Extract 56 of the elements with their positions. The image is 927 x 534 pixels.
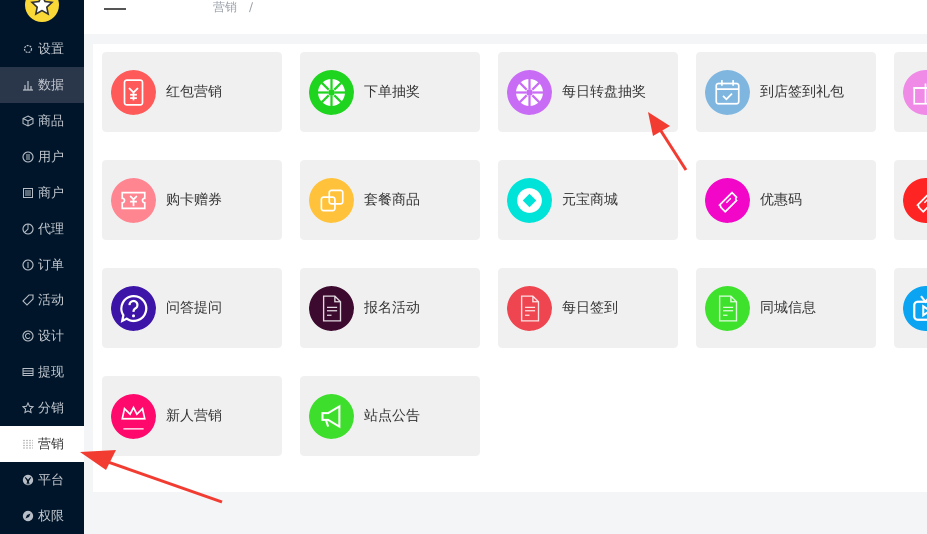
sidebar-item[interactable]: 设置 — [0, 30, 84, 67]
card-label: 红包营销 — [166, 83, 222, 101]
feature-card[interactable]: 红包营销 — [102, 52, 282, 132]
feature-card[interactable]: 优惠码 — [696, 160, 876, 240]
sidebar-item[interactable]: 用户 — [0, 138, 84, 175]
sidebar-item[interactable]: 订单 — [0, 246, 84, 282]
card-label: 报名活动 — [364, 299, 420, 317]
sidebar-item[interactable]: 权限 — [0, 498, 84, 534]
grid-icon — [22, 438, 34, 450]
card-label: 每日转盘抽奖 — [562, 83, 646, 101]
sidebar-item[interactable]: 商户 — [0, 174, 84, 211]
card-label: 到店签到礼包 — [760, 83, 844, 101]
feature-card[interactable]: 报名活动 — [300, 268, 480, 348]
card-label: 元宝商城 — [562, 191, 618, 209]
breadcrumb-separator: / — [249, 0, 254, 14]
feature-card[interactable]: 新人营销 — [102, 376, 282, 456]
sidebar-item[interactable]: 提现 — [0, 354, 84, 390]
gear-icon — [22, 42, 34, 55]
feature-card[interactable]: 问答提问 — [102, 268, 282, 348]
card-label: 购卡赠券 — [166, 191, 222, 209]
card-label: 问答提问 — [166, 299, 222, 317]
feature-card[interactable]: 站点公告 — [300, 376, 480, 456]
list-icon — [22, 186, 34, 199]
feature-card[interactable]: 每日转盘抽奖 — [498, 52, 678, 132]
card-label: 套餐商品 — [364, 191, 420, 209]
feature-card[interactable]: 同城信息 — [696, 268, 876, 348]
compass-icon — [22, 510, 34, 522]
info-icon — [22, 258, 34, 271]
box-icon — [22, 114, 34, 127]
chart-icon — [22, 78, 34, 91]
sidebar-item[interactable]: 营销 — [0, 426, 84, 462]
card-icon — [22, 366, 34, 378]
sidebar-item[interactable]: 活动 — [0, 282, 84, 318]
card-label: 每日签到 — [562, 299, 618, 317]
card-label: 站点公告 — [364, 407, 420, 425]
copyright-icon — [22, 330, 34, 342]
sidebar-item[interactable]: 代理 — [0, 210, 84, 247]
sidebar-item[interactable]: 分销 — [0, 390, 84, 426]
card-label: 下单抽奖 — [364, 83, 420, 101]
tag-icon — [22, 294, 34, 306]
sidebar-item[interactable]: 商品 — [0, 102, 84, 139]
sidebar-item[interactable]: 数据 — [0, 66, 84, 103]
card-label: 同城信息 — [760, 299, 816, 317]
pie-icon — [22, 222, 34, 235]
feature-card[interactable]: 元宝商城 — [498, 160, 678, 240]
sidebar-item[interactable]: 设计 — [0, 318, 84, 354]
feature-card[interactable]: 下单抽奖 — [300, 52, 480, 132]
feature-card[interactable]: 套餐商品 — [300, 160, 480, 240]
card-label: 优惠码 — [760, 191, 802, 209]
feature-card[interactable]: 每日签到 — [498, 268, 678, 348]
annotation-arrow — [648, 112, 688, 171]
feature-card[interactable]: 到店签到礼包 — [696, 52, 876, 132]
star-icon — [22, 402, 34, 414]
feature-card[interactable]: 购卡赠券 — [102, 160, 282, 240]
card-label: 新人营销 — [166, 407, 222, 425]
sidebar-item[interactable]: 平台 — [0, 462, 84, 498]
